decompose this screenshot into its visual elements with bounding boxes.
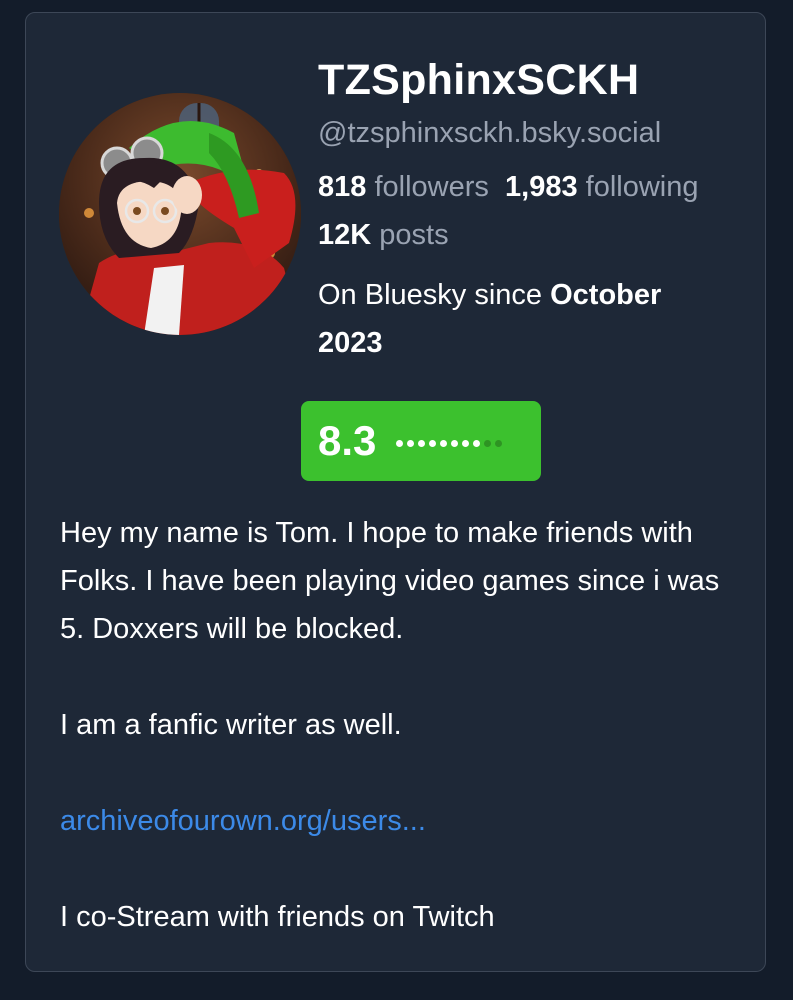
posts-stat: 12K posts xyxy=(318,219,449,251)
following-label: following xyxy=(585,171,699,203)
score-badge[interactable]: 8.3 xyxy=(301,401,541,481)
score-dot-filled xyxy=(418,439,426,447)
bio-paragraph: I am a fanfic writer as well. xyxy=(60,709,402,741)
handle[interactable]: @tzsphinxsckh.bsky.social xyxy=(318,115,748,151)
followers-label: followers xyxy=(374,171,489,203)
score-dot-filled xyxy=(429,439,437,447)
display-name: TZSphinxSCKH xyxy=(318,56,640,104)
member-since: On Bluesky since October 2023 xyxy=(318,271,728,367)
score-dot-filled xyxy=(396,439,404,447)
profile-card: TZSphinxSCKH @tzsphinxsckh.bsky.social 8… xyxy=(25,12,766,972)
score-dot-filled xyxy=(440,439,448,447)
score-dot-filled xyxy=(451,439,459,447)
bio-paragraph: Hey my name is Tom. I hope to make frien… xyxy=(60,517,720,645)
anime-character-avatar-icon xyxy=(59,93,301,335)
score-dot-filled xyxy=(462,439,470,447)
followers-count: 818 xyxy=(318,171,367,203)
bio-paragraph: I co-Stream with friends on Twitch xyxy=(60,901,495,933)
bio: Hey my name is Tom. I hope to make frien… xyxy=(60,509,740,941)
following-count: 1,983 xyxy=(505,171,578,203)
score-dot-empty xyxy=(495,439,503,447)
profile-stats: 818 followers 1,983 following 12K posts xyxy=(318,163,728,259)
since-prefix: On Bluesky since xyxy=(318,279,551,311)
score-dot-filled xyxy=(473,439,481,447)
profile-info: TZSphinxSCKH @tzsphinxsckh.bsky.social 8… xyxy=(318,55,748,367)
score-dot-filled xyxy=(407,439,415,447)
score-value: 8.3 xyxy=(318,417,377,464)
posts-count: 12K xyxy=(318,219,372,251)
bio-link[interactable]: archiveofourown.org/users... xyxy=(60,805,426,837)
following-stat[interactable]: 1,983 following xyxy=(505,171,698,203)
posts-label: posts xyxy=(379,219,449,251)
followers-stat[interactable]: 818 followers xyxy=(318,171,489,203)
avatar[interactable] xyxy=(59,93,301,335)
score-dot-empty xyxy=(484,439,492,447)
score-dots xyxy=(396,439,503,447)
